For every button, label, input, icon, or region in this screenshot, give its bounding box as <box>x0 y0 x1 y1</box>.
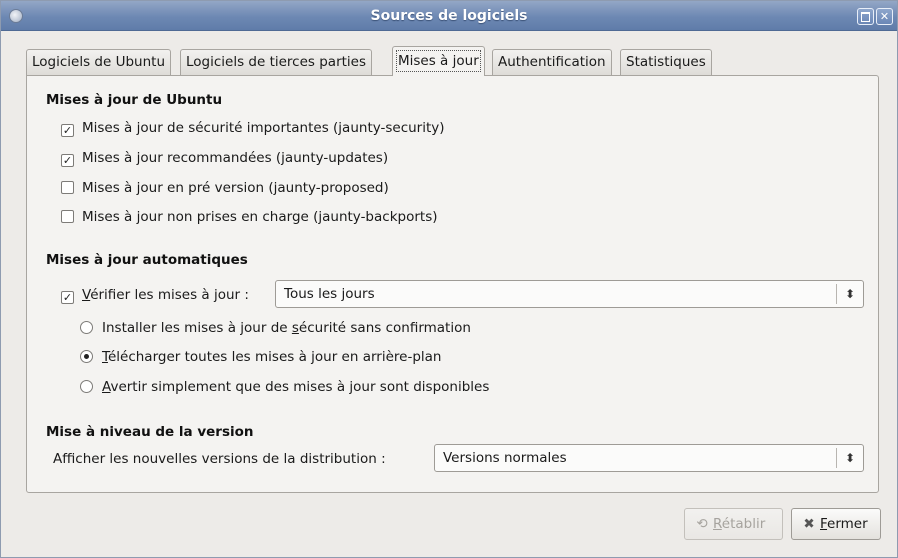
combo-arrows-icon: ⬍ <box>844 451 856 465</box>
download-background-radio[interactable] <box>80 350 93 363</box>
revert-icon: ⟲ <box>696 516 708 532</box>
check-updates-label: érifier les mises à jour : <box>90 287 249 303</box>
updates-panel: Mises à jour de Ubuntu ✓ Mises à jour de … <box>26 75 879 493</box>
close-window-button[interactable]: ✕ <box>876 8 893 25</box>
title-bar[interactable]: Sources de logiciels ✕ <box>1 1 897 31</box>
update-frequency-select[interactable]: Tous les jours ⬍ <box>275 280 864 308</box>
ubuntu-updates-heading: Mises à jour de Ubuntu <box>46 92 223 108</box>
check-updates-mnemonic: V <box>82 287 91 303</box>
sources-window: Sources de logiciels ✕ Logiciels de Ubun… <box>0 0 898 558</box>
recommended-updates-label: Mises à jour recommandées (jaunty-update… <box>82 150 389 166</box>
proposed-updates-checkbox[interactable] <box>61 181 74 194</box>
maximize-button[interactable] <box>857 8 874 25</box>
release-upgrade-heading: Mise à niveau de la version <box>46 424 254 440</box>
backports-updates-checkbox[interactable] <box>61 210 74 223</box>
close-label: ermer <box>827 516 868 532</box>
tab-statistics[interactable]: Statistiques <box>620 49 712 75</box>
close-icon: ✖ <box>803 516 815 532</box>
release-upgrade-value: Versions normales <box>443 450 567 466</box>
notify-only-radio[interactable] <box>80 380 93 393</box>
revert-mnemonic: R <box>713 516 722 532</box>
tab-third-party[interactable]: Logiciels de tierces parties <box>180 49 373 75</box>
download-background-label: élécharger toutes les mises à jour en ar… <box>107 349 442 365</box>
proposed-updates-label: Mises à jour en pré version (jaunty-prop… <box>82 180 389 196</box>
update-frequency-value: Tous les jours <box>284 286 375 302</box>
install-security-label-b: écurité sans confirmation <box>298 320 471 336</box>
security-updates-label: Mises à jour de sécurité importantes (ja… <box>82 120 445 136</box>
close-x-icon: ✕ <box>879 10 890 23</box>
install-security-mnemonic: s <box>291 320 299 336</box>
window-title: Sources de logiciels <box>370 8 528 24</box>
check-updates-checkbox[interactable]: ✓ <box>61 291 74 304</box>
release-upgrade-label: Afficher les nouvelles versions de la di… <box>53 451 386 467</box>
backports-updates-label: Mises à jour non prises en charge (jaunt… <box>82 209 438 225</box>
tab-authentication[interactable]: Authentification <box>492 49 612 75</box>
release-upgrade-select[interactable]: Versions normales ⬍ <box>434 444 864 472</box>
backports-updates-option[interactable]: Mises à jour non prises en charge (jaunt… <box>61 207 438 227</box>
combo-arrows-icon: ⬍ <box>844 287 856 301</box>
recommended-updates-option[interactable]: ✓ Mises à jour recommandées (jaunty-updat… <box>61 148 388 168</box>
recommended-updates-checkbox[interactable]: ✓ <box>61 154 74 167</box>
install-security-radio[interactable] <box>80 321 93 334</box>
revert-button[interactable]: ⟲ Rétablir <box>684 508 783 540</box>
tab-updates[interactable]: Mises à jour <box>392 46 485 76</box>
install-security-label-a: Installer les mises à jour de <box>102 320 292 336</box>
proposed-updates-option[interactable]: Mises à jour en pré version (jaunty-prop… <box>61 178 389 198</box>
tab-ubuntu-software[interactable]: Logiciels de Ubuntu <box>26 49 171 75</box>
install-security-option[interactable]: Installer les mises à jour de sécurité s… <box>80 318 471 338</box>
security-updates-option[interactable]: ✓ Mises à jour de sécurité importantes (j… <box>61 118 445 138</box>
download-background-option[interactable]: Télécharger toutes les mises à jour en a… <box>80 347 441 367</box>
auto-updates-heading: Mises à jour automatiques <box>46 252 248 268</box>
revert-label: établir <box>721 516 766 532</box>
check-updates-option[interactable]: ✓ Vérifier les mises à jour : <box>61 285 249 305</box>
notify-only-option[interactable]: Avertir simplement que des mises à jour … <box>80 377 489 397</box>
close-mnemonic: F <box>820 516 828 532</box>
notify-only-label: vertir simplement que des mises à jour s… <box>110 379 490 395</box>
security-updates-checkbox[interactable]: ✓ <box>61 124 74 137</box>
close-button[interactable]: ✖ Fermer <box>791 508 881 540</box>
